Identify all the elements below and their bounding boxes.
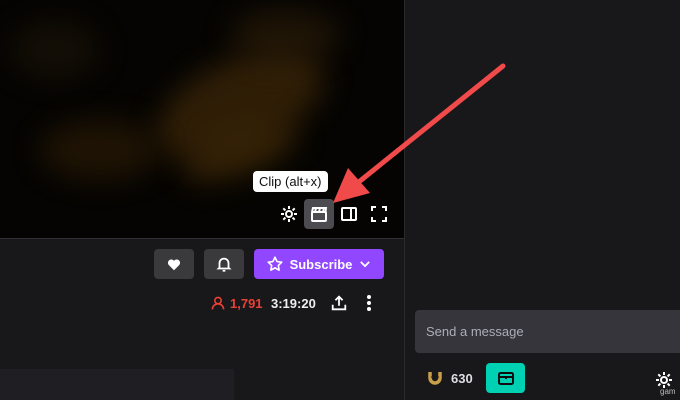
chest-icon (497, 372, 514, 385)
chat-message-input[interactable]: Send a message (415, 310, 680, 353)
stream-uptime: 3:19:20 (271, 295, 316, 311)
clip-button[interactable] (304, 199, 334, 229)
divider (404, 0, 405, 400)
video-player[interactable]: Clip (alt+x) (0, 0, 404, 238)
clip-tooltip: Clip (alt+x) (253, 171, 328, 192)
subscribe-button[interactable]: Subscribe (254, 249, 384, 279)
person-icon (211, 296, 225, 310)
subscribe-label: Subscribe (289, 256, 353, 272)
horseshoe-icon (428, 372, 442, 385)
fullscreen-button[interactable] (364, 199, 394, 229)
channel-points[interactable]: 630 (425, 367, 473, 389)
follow-button[interactable] (154, 249, 194, 279)
share-icon (331, 295, 347, 311)
theatre-mode-button[interactable] (334, 199, 364, 229)
bonus-chest-button[interactable] (486, 363, 525, 393)
heart-icon (167, 259, 181, 271)
chevron-down-icon (360, 261, 371, 268)
clip-icon (311, 207, 328, 222)
video-frame-shade (230, 10, 340, 60)
video-frame-shade (40, 120, 160, 180)
notifications-button[interactable] (204, 249, 244, 279)
viewer-count: 1,791 (210, 293, 263, 313)
watermark: gam (660, 387, 676, 396)
share-button[interactable] (328, 292, 350, 314)
content-strip (0, 369, 234, 400)
settings-button[interactable] (274, 199, 304, 229)
bell-icon (216, 257, 232, 272)
gear-icon (281, 206, 297, 222)
theatre-mode-icon (341, 207, 357, 221)
more-options-button[interactable] (358, 292, 380, 314)
viewer-count-value: 1,791 (230, 295, 263, 311)
video-frame-shade (10, 20, 100, 80)
channel-points-value: 630 (451, 370, 473, 386)
star-icon (267, 256, 283, 271)
divider (0, 238, 404, 239)
fullscreen-icon (371, 206, 387, 222)
vertical-ellipsis-icon (367, 295, 371, 311)
